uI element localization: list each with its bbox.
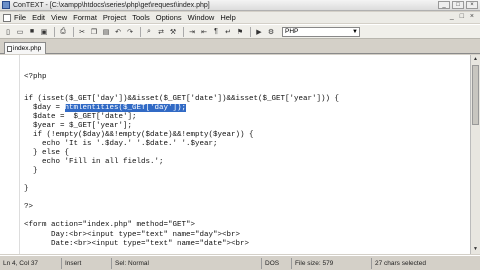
document-icon xyxy=(3,13,11,22)
file-icon xyxy=(7,46,12,52)
print-icon[interactable]: ⎙ xyxy=(58,27,68,37)
document-controls[interactable]: _ □ × xyxy=(450,13,476,20)
menu-view[interactable]: View xyxy=(51,13,67,22)
menu-window[interactable]: Window xyxy=(188,13,215,22)
find-icon[interactable]: ⌕ xyxy=(144,27,154,37)
bookmark-icon[interactable]: ⚑ xyxy=(235,27,245,37)
status-bar: Ln 4, Col 37 Insert Sel: Normal DOS File… xyxy=(0,255,480,270)
tab-bar: index.php xyxy=(0,40,480,54)
code-line: } xyxy=(24,185,29,193)
selected-text: htmlentities($_GET['day']); xyxy=(64,104,187,112)
minimize-button[interactable]: _ xyxy=(438,1,450,9)
save-icon[interactable]: ■ xyxy=(27,27,37,37)
toolbar-separator xyxy=(183,26,184,37)
toolbar-separator xyxy=(140,26,141,37)
replace-icon[interactable]: ⇄ xyxy=(156,27,166,37)
language-value: PHP xyxy=(285,27,299,35)
line-gutter xyxy=(0,55,20,254)
code-line: echo 'Fill in all fields.'; xyxy=(24,158,164,166)
menu-format[interactable]: Format xyxy=(73,13,97,22)
code-line: <form action="index.php" method="GET"> xyxy=(24,221,196,229)
tools-icon[interactable]: ⚒ xyxy=(168,27,178,37)
toolbar: ▯ ▭ ■ ▣ ⎙ ✂ ❐ ▤ ↶ ↷ ⌕ ⇄ ⚒ ⇥ ⇤ ¶ ↵ ⚑ ▶ ⚙ … xyxy=(0,24,480,39)
menu-project[interactable]: Project xyxy=(103,13,126,22)
tab-label: index.php xyxy=(13,45,42,52)
indent-icon[interactable]: ⇥ xyxy=(187,27,197,37)
code-line: } else { xyxy=(24,149,70,157)
scroll-up-icon[interactable]: ▲ xyxy=(471,55,480,64)
line-ending: DOS xyxy=(262,257,292,269)
save-all-icon[interactable]: ▣ xyxy=(39,27,49,37)
menu-help[interactable]: Help xyxy=(220,13,235,22)
code-line: $day = htmlentities($_GET['day']); xyxy=(24,104,187,113)
language-select[interactable]: PHP ▼ xyxy=(282,26,360,37)
title-bar: ConTEXT - [C:\xampp\htdocs\series\php\ge… xyxy=(0,0,480,11)
scroll-thumb[interactable] xyxy=(472,65,479,125)
code-line: if (!empty($day)&&!empty($date)&&!empty(… xyxy=(24,131,254,139)
code-line: $date = $_GET['date']; xyxy=(24,113,137,121)
code-line: <?php xyxy=(24,73,47,81)
selection-count: 27 chars selected xyxy=(375,259,426,267)
settings-icon[interactable]: ⚙ xyxy=(266,27,276,37)
wordwrap-icon[interactable]: ↵ xyxy=(223,27,233,37)
redo-icon[interactable]: ↷ xyxy=(125,27,135,37)
file-size: File size: 579 xyxy=(292,257,372,269)
code-line: echo 'It is '.$day.' '.$date.' '.$year; xyxy=(24,140,218,148)
vertical-scrollbar[interactable]: ▲ ▼ xyxy=(470,55,480,254)
toolbar-separator xyxy=(54,26,55,37)
code-text: $day = xyxy=(24,104,65,112)
comment-icon[interactable]: ¶ xyxy=(211,27,221,37)
code-line: Day:<br><input type="text" name="day"><b… xyxy=(24,231,241,239)
menu-tools[interactable]: Tools xyxy=(132,13,150,22)
toolbar-separator xyxy=(250,26,251,37)
code-line: } xyxy=(24,167,38,175)
chevron-down-icon: ▼ xyxy=(352,28,358,35)
open-folder-icon[interactable]: ▭ xyxy=(15,27,25,37)
menu-bar: File Edit View Format Project Tools Opti… xyxy=(0,12,480,23)
undo-icon[interactable]: ↶ xyxy=(113,27,123,37)
cut-icon[interactable]: ✂ xyxy=(77,27,87,37)
selection-mode: Sel: Normal xyxy=(112,257,262,269)
close-button[interactable]: × xyxy=(466,1,478,9)
cursor-position: Ln 4, Col 37 xyxy=(0,257,62,269)
code-editor[interactable]: <?php if (isset($_GET['day'])&&isset($_G… xyxy=(0,55,470,254)
code-line: if (isset($_GET['day'])&&isset($_GET['da… xyxy=(24,95,340,103)
outdent-icon[interactable]: ⇤ xyxy=(199,27,209,37)
code-line: $year = $_GET['year']; xyxy=(24,122,133,130)
menu-options[interactable]: Options xyxy=(156,13,182,22)
copy-icon[interactable]: ❐ xyxy=(89,27,99,37)
insert-mode: Insert xyxy=(62,257,112,269)
app-icon xyxy=(2,1,10,9)
run-icon[interactable]: ▶ xyxy=(254,27,264,37)
toolbar-separator xyxy=(73,26,74,37)
window-title: ConTEXT - [C:\xampp\htdocs\series\php\ge… xyxy=(13,1,210,9)
new-file-icon[interactable]: ▯ xyxy=(3,27,13,37)
menu-file[interactable]: File xyxy=(14,13,26,22)
code-line: ?> xyxy=(24,203,34,211)
paste-icon[interactable]: ▤ xyxy=(101,27,111,37)
window-controls: _ □ × xyxy=(438,1,478,9)
code-line: Date:<br><input type="text" name="date">… xyxy=(24,240,250,248)
tab-index-php[interactable]: index.php xyxy=(4,42,46,54)
maximize-button[interactable]: □ xyxy=(452,1,464,9)
scroll-down-icon[interactable]: ▼ xyxy=(471,245,480,254)
menu-edit[interactable]: Edit xyxy=(32,13,45,22)
